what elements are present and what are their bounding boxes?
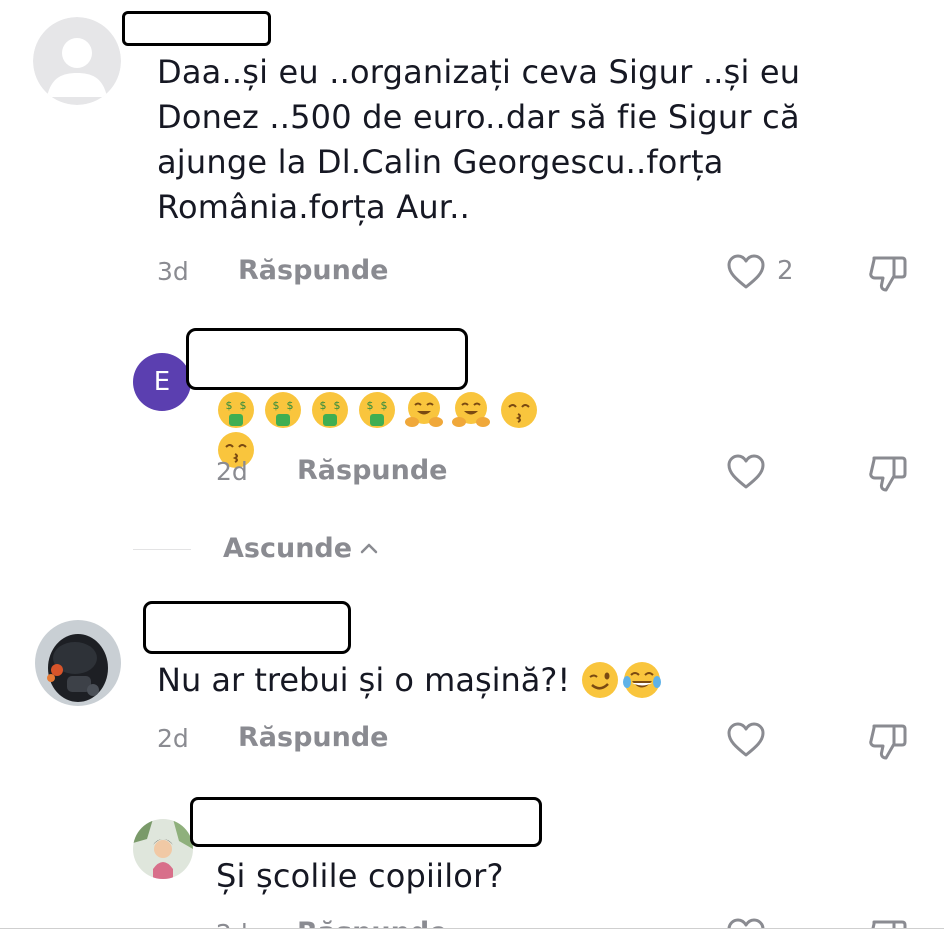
svg-text:$: $ (240, 399, 247, 412)
redacted-username (190, 797, 542, 847)
thumbs-down-icon (869, 456, 907, 492)
money-mouth-face-icon: $ $ (357, 390, 397, 430)
svg-text:$: $ (226, 399, 233, 412)
dislike-button[interactable] (866, 452, 910, 496)
default-avatar[interactable] (33, 17, 121, 105)
comment-time: 2d (216, 919, 248, 928)
svg-text:$: $ (367, 399, 374, 412)
reply-button[interactable]: Răspunde (238, 255, 389, 286)
heart-icon (727, 454, 765, 489)
screen-edge-divider (0, 928, 944, 929)
user-photo-icon (133, 819, 193, 879)
money-mouth-face-icon: $ $ (216, 390, 256, 430)
face-with-tears-of-joy-icon (622, 660, 662, 700)
clipped-meta-row: 2d Răspunde (0, 912, 944, 928)
svg-text:$: $ (287, 399, 294, 412)
avatar[interactable]: E (133, 353, 191, 411)
comment-time: 2d (216, 457, 248, 486)
thumbs-down-icon (869, 724, 907, 760)
comment-text-row: Nu ar trebui și o mașină?! (157, 656, 857, 704)
comment-text: Nu ar trebui și o mașină?! (157, 661, 571, 699)
money-mouth-face-icon: $ $ (310, 390, 350, 430)
thumbs-down-icon (869, 256, 907, 292)
hugging-face-icon (404, 390, 444, 430)
reply-button[interactable]: Răspunde (238, 722, 389, 753)
svg-text:$: $ (334, 399, 341, 412)
like-button[interactable] (724, 450, 768, 494)
hugging-face-icon (451, 390, 491, 430)
heart-icon (727, 918, 765, 928)
comment-text: Daa..și eu ..organizați ceva Sigur ..și … (157, 53, 801, 226)
like-button[interactable] (724, 718, 768, 762)
avatar-letter: E (153, 367, 171, 397)
reply-button[interactable]: Răspunde (297, 455, 448, 486)
like-count: 2 (777, 256, 794, 286)
redacted-username (186, 328, 468, 390)
redacted-username (143, 601, 351, 654)
svg-text:$: $ (273, 399, 280, 412)
money-mouth-face-icon: $ $ (263, 390, 303, 430)
hide-replies-label: Ascunde (223, 533, 353, 564)
comment-text: Și școlile copiilor? (216, 857, 504, 895)
svg-text:$: $ (320, 399, 327, 412)
redacted-username (122, 11, 271, 46)
heart-icon (727, 722, 765, 757)
reply-button[interactable]: Răspunde (297, 917, 448, 928)
dislike-button[interactable] (866, 252, 910, 296)
user-silhouette-icon (33, 17, 121, 105)
winking-face-icon (580, 660, 620, 700)
dislike-button[interactable] (866, 916, 910, 928)
chevron-up-icon (360, 543, 378, 553)
hide-replies-button[interactable]: Ascunde (223, 533, 380, 564)
svg-text:$: $ (381, 399, 388, 412)
comment-time: 2d (157, 724, 189, 753)
thumbs-down-icon (871, 920, 907, 928)
user-photo-icon (35, 620, 121, 706)
heart-icon (727, 254, 765, 289)
emoji-row: $ $ $ $ $ $ $ $ (216, 390, 576, 468)
divider (133, 549, 191, 550)
avatar[interactable] (35, 620, 121, 706)
dislike-button[interactable] (866, 720, 910, 764)
comment-time: 3d (157, 257, 189, 286)
kissing-face-smiling-eyes-icon (499, 390, 539, 430)
avatar[interactable] (133, 819, 193, 879)
like-button[interactable] (724, 250, 768, 294)
like-button[interactable] (724, 914, 768, 928)
